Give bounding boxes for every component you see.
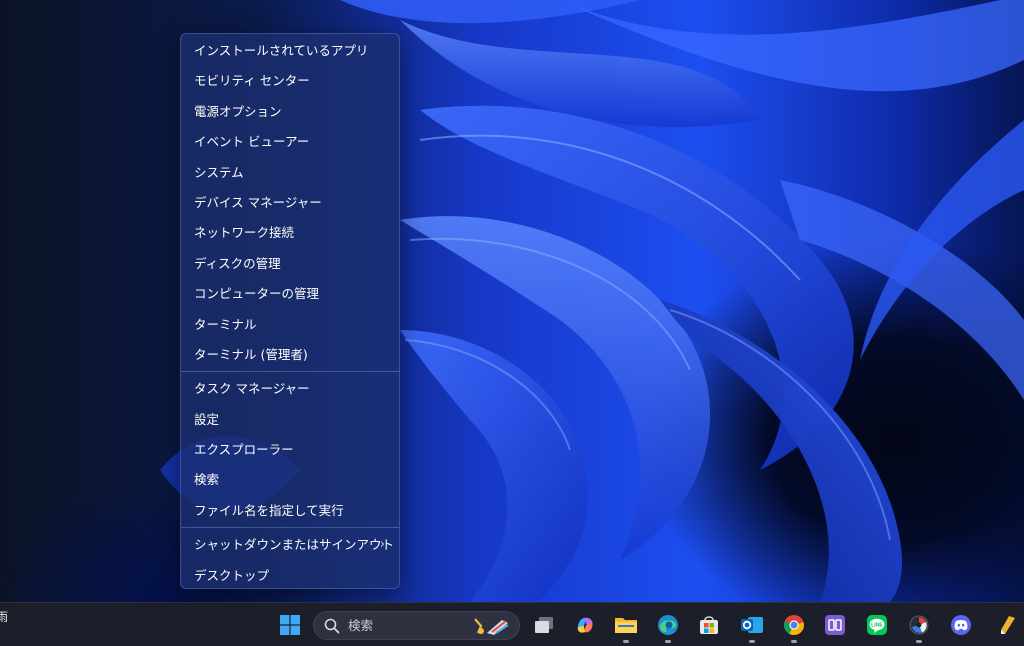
running-indicator (749, 640, 755, 643)
task-view-button[interactable] (528, 609, 560, 641)
desktop[interactable]: インストールされているアプリ モビリティ センター 電源オプション イベント ビ… (0, 0, 1024, 602)
outlook-icon (741, 617, 763, 633)
menu-item-shutdown-signout[interactable]: シャットダウンまたはサインアウト › (181, 530, 399, 560)
search-box[interactable]: 検索 (313, 611, 520, 640)
store-icon (700, 616, 718, 634)
running-indicator (916, 640, 922, 643)
store-button[interactable] (693, 609, 725, 641)
taskbar: 雨 検索 LINE (0, 602, 1024, 646)
menu-item-file-explorer[interactable]: エクスプローラー (181, 435, 399, 465)
menu-separator (181, 527, 399, 529)
menu-item-terminal[interactable]: ターミナル (181, 310, 399, 340)
search-placeholder: 検索 (348, 618, 374, 633)
menu-item-network-connections[interactable]: ネットワーク接続 (181, 218, 399, 248)
chevron-right-icon: › (379, 537, 385, 553)
pen-icon (1001, 616, 1015, 634)
menu-item-installed-apps[interactable]: インストールされているアプリ (181, 36, 399, 66)
discord-icon (951, 615, 971, 635)
menu-item-terminal-admin[interactable]: ターミナル (管理者) (181, 340, 399, 370)
menu-item-device-manager[interactable]: デバイス マネージャー (181, 188, 399, 218)
menu-item-mobility-center[interactable]: モビリティ センター (181, 66, 399, 96)
menu-item-power-options[interactable]: 電源オプション (181, 97, 399, 127)
file-explorer-button[interactable] (610, 609, 642, 643)
menu-separator (181, 371, 399, 373)
running-indicator (623, 640, 629, 643)
folder-icon (615, 618, 637, 633)
menu-item-disk-management[interactable]: ディスクの管理 (181, 249, 399, 279)
menu-item-desktop[interactable]: デスクトップ (181, 561, 399, 591)
menu-item-run[interactable]: ファイル名を指定して実行 (181, 496, 399, 526)
menu-item-event-viewer[interactable]: イベント ビューアー (181, 127, 399, 157)
discord-button[interactable] (945, 609, 977, 641)
search-highlight-icon (474, 618, 509, 635)
pen-app-button[interactable] (990, 609, 1022, 641)
weather-widget-label[interactable]: 雨 (0, 603, 8, 631)
outlook-button[interactable] (736, 609, 768, 643)
start-button[interactable] (274, 609, 306, 641)
line-wordmark: LINE (871, 623, 883, 629)
line-button[interactable]: LINE (861, 609, 893, 641)
power-user-menu: インストールされているアプリ モビリティ センター 電源オプション イベント ビ… (180, 33, 400, 589)
menu-item-settings[interactable]: 設定 (181, 405, 399, 435)
edge-icon (658, 615, 678, 635)
purple-app-icon (825, 615, 845, 635)
davinci-icon (909, 615, 929, 635)
line-icon: LINE (867, 615, 887, 635)
task-view-icon (535, 617, 553, 633)
copilot-icon (577, 617, 593, 633)
purple-app-button[interactable] (819, 609, 851, 641)
search-icon (324, 618, 340, 634)
copilot-button[interactable] (569, 609, 601, 641)
menu-item-computer-management[interactable]: コンピューターの管理 (181, 279, 399, 309)
running-indicator (665, 640, 671, 643)
chrome-button[interactable] (778, 609, 810, 643)
running-indicator (791, 640, 797, 643)
windows-logo-icon (280, 615, 300, 635)
chrome-icon (783, 615, 804, 636)
menu-item-search[interactable]: 検索 (181, 465, 399, 495)
davinci-button[interactable] (903, 609, 935, 643)
menu-item-system[interactable]: システム (181, 158, 399, 188)
wallpaper-bloom (160, 0, 1024, 602)
edge-button[interactable] (652, 609, 684, 643)
menu-item-task-manager[interactable]: タスク マネージャー (181, 374, 399, 404)
menu-item-label: シャットダウンまたはサインアウト (194, 537, 395, 553)
